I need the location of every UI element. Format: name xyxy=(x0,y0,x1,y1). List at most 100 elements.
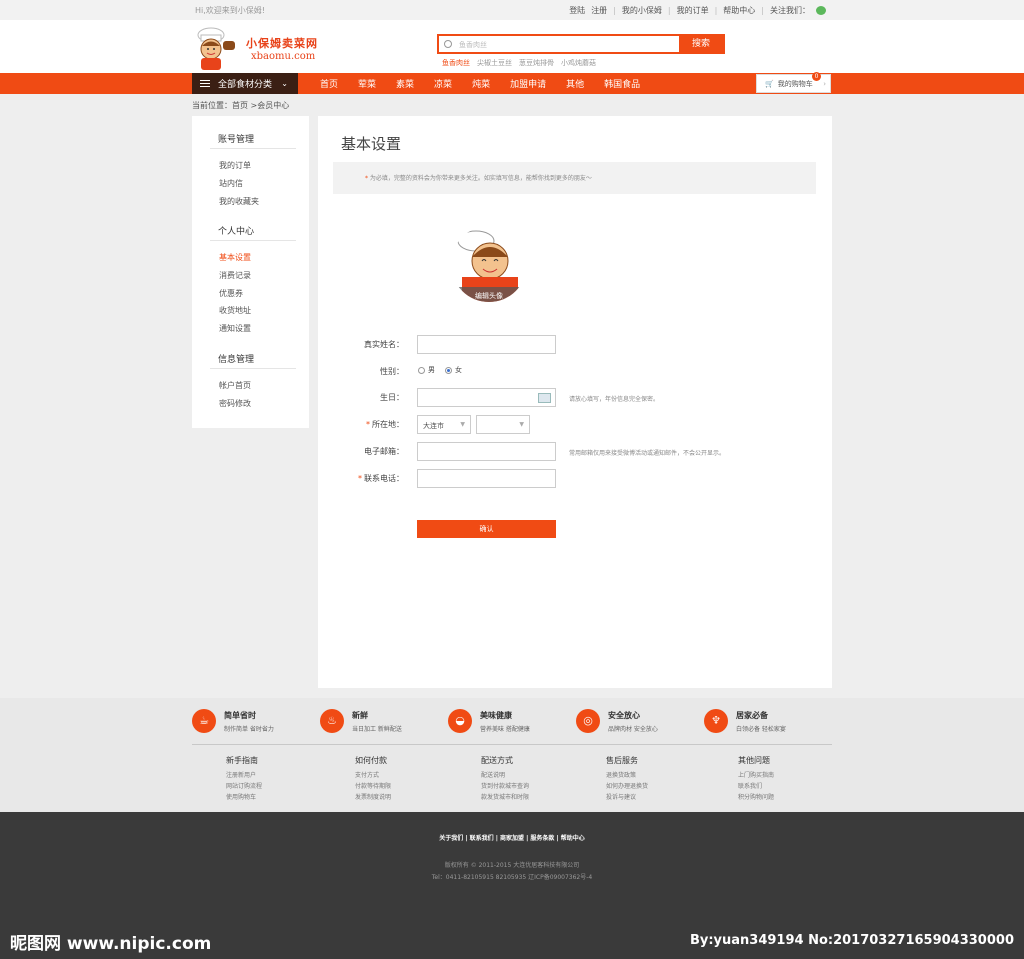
city-select[interactable]: 大连市 ▼ xyxy=(417,415,471,434)
chevron-right-icon: › xyxy=(823,79,826,88)
chef-mascot-icon xyxy=(197,27,235,70)
sidebar-item-address[interactable]: 收货地址 xyxy=(219,305,251,316)
footer-link[interactable]: 上门购买指南 xyxy=(738,770,774,781)
hot-search-item[interactable]: 鱼香肉丝 xyxy=(442,58,470,68)
footer-link[interactable]: 使用购物车 xyxy=(226,792,262,803)
footer-link[interactable]: 货到付款城市查询 xyxy=(481,781,529,792)
cart-button[interactable]: 🛒 我的购物车 0 › xyxy=(756,72,831,93)
cart-count-badge: 0 xyxy=(812,72,821,81)
footer-link[interactable]: 退换货政策 xyxy=(606,770,648,781)
sidebar-item-orders[interactable]: 我的订单 xyxy=(219,160,251,171)
hot-search-item[interactable]: 葱豆炖排骨 xyxy=(519,58,554,68)
sidebar-item-messages[interactable]: 站内信 xyxy=(219,178,243,189)
breadcrumb: 当前位置：首页 >会员中心 xyxy=(192,101,290,110)
footer-link[interactable]: 联系我们 xyxy=(738,781,774,792)
logo-title[interactable]: 小保姆卖菜网 xyxy=(246,35,318,51)
footer-link[interactable]: 积分购物问题 xyxy=(738,792,774,803)
sidebar-item-coupons[interactable]: 优惠券 xyxy=(219,288,243,299)
cart-label: 我的购物车 xyxy=(777,79,813,88)
sidebar-item-password[interactable]: 密码修改 xyxy=(219,398,251,409)
hot-searches: 鱼香肉丝 尖椒土豆丝 葱豆炖排骨 小鸡炖蘑菇 xyxy=(442,58,603,68)
footer-link[interactable]: 网站订购流程 xyxy=(226,781,262,792)
hot-search-item[interactable]: 小鸡炖蘑菇 xyxy=(561,58,596,68)
nav-item-cold[interactable]: 凉菜 xyxy=(434,77,452,90)
settings-panel: 基本设置 * 为必填，完整的资料会为你带来更多关注。如实填写信息，能帮你找到更多… xyxy=(318,116,832,688)
divider: | xyxy=(667,6,671,15)
nav-item-franchise[interactable]: 加盟申请 xyxy=(510,77,546,90)
search-input[interactable]: 鱼香肉丝 xyxy=(459,40,487,50)
dish-icon: ◒ xyxy=(448,709,472,733)
sidebar-group-title: 账号管理 xyxy=(218,135,255,145)
menu-icon xyxy=(200,80,210,87)
sidebar-item-basic-settings[interactable]: 基本设置 xyxy=(219,252,251,263)
footer-link[interactable]: 注册新用户 xyxy=(226,770,262,781)
confirm-button[interactable]: 确认 xyxy=(417,520,556,538)
avatar[interactable] xyxy=(446,219,529,302)
sidebar-item-notifications[interactable]: 通知设置 xyxy=(219,323,251,334)
sidebar: 账号管理 我的订单 站内信 我的收藏夹 个人中心 基本设置 消费记录 优惠券 收… xyxy=(192,116,309,428)
radio-icon xyxy=(418,366,425,374)
nav-item-korean[interactable]: 韩国食品 xyxy=(604,77,640,90)
sidebar-item-spending[interactable]: 消费记录 xyxy=(219,270,251,281)
footer-column: 售后服务 退换货政策 如何办理退换货 投诉与建议 xyxy=(606,755,648,803)
footer-link[interactable]: 如何办理退换货 xyxy=(606,781,648,792)
birthday-label: 生日： xyxy=(380,393,404,402)
footer-column-title: 其他问题 xyxy=(738,756,770,765)
bowl-icon: ☕ xyxy=(192,709,216,733)
search-button[interactable]: 搜索 xyxy=(679,36,723,52)
footer-column-title: 售后服务 xyxy=(606,756,638,765)
chevron-down-icon: ▼ xyxy=(519,421,524,428)
name-label: 真实姓名： xyxy=(364,340,404,349)
phone-input[interactable] xyxy=(417,469,556,488)
register-link[interactable]: 注册 xyxy=(591,5,607,16)
noodle-icon: ♨ xyxy=(320,709,344,733)
feature-item: ♆ 居家必备 白领必备 轻松家宴 xyxy=(704,709,786,733)
footer-column: 其他问题 上门购买指南 联系我们 积分购物问题 xyxy=(738,755,774,803)
nav-item-veg[interactable]: 素菜 xyxy=(396,77,414,90)
hot-search-item[interactable]: 尖椒土豆丝 xyxy=(477,58,512,68)
my-account-link[interactable]: 我的小保姆 xyxy=(622,5,662,16)
chevron-down-icon: ⌄ xyxy=(281,79,288,88)
footer-link[interactable]: 付款等待期限 xyxy=(355,781,391,792)
feature-item: ◒ 美味健康 营养美味 搭配健康 xyxy=(448,709,530,733)
footer-link[interactable]: 支付方式 xyxy=(355,770,391,781)
category-menu-button[interactable]: 全部食材分类 ⌄ xyxy=(192,73,298,94)
gender-label: 性别： xyxy=(380,367,404,376)
sidebar-item-favorites[interactable]: 我的收藏夹 xyxy=(219,196,259,207)
footer-link[interactable]: 投诉与建议 xyxy=(606,792,648,803)
page-title: 基本设置 xyxy=(341,135,402,153)
birthday-hint: 请放心填写，年份信息完全保密。 xyxy=(569,396,660,403)
gender-male-radio[interactable]: 男 xyxy=(418,365,435,375)
gender-female-radio[interactable]: 女 xyxy=(445,365,462,375)
calendar-icon[interactable] xyxy=(538,393,551,403)
login-link[interactable]: 登陆 xyxy=(569,5,585,16)
cup-icon: ♆ xyxy=(704,709,728,733)
feature-title: 美味健康 xyxy=(480,710,512,720)
radio-checked-icon xyxy=(445,366,452,374)
sidebar-group-title: 信息管理 xyxy=(218,355,255,365)
footer-column: 配送方式 配送说明 货到付款城市查询 款发货城市和时限 xyxy=(481,755,529,803)
female-label: 女 xyxy=(455,366,462,374)
edit-avatar-label[interactable]: 编辑头像 xyxy=(461,291,517,301)
name-input[interactable] xyxy=(417,335,556,354)
nav-item-stew[interactable]: 炖菜 xyxy=(472,77,490,90)
footer-link[interactable]: 发票制度说明 xyxy=(355,792,391,803)
nav-item-home[interactable]: 首页 xyxy=(320,77,338,90)
footer-link[interactable]: 配送说明 xyxy=(481,770,529,781)
watermark-left: 昵图网 www.nipic.com xyxy=(10,934,212,954)
nav-item-meat[interactable]: 荤菜 xyxy=(358,77,376,90)
footer-links[interactable]: 关于我们 | 联系我们 | 商家加盟 | 服务条款 | 帮助中心 xyxy=(0,833,1024,842)
sidebar-item-account-home[interactable]: 帐户首页 xyxy=(219,380,251,391)
footer-link[interactable]: 款发货城市和时限 xyxy=(481,792,529,803)
wechat-icon[interactable] xyxy=(816,6,826,15)
notice-box: * 为必填，完整的资料会为你带来更多关注。如实填写信息，能帮你找到更多的朋友～ xyxy=(333,162,816,194)
district-select[interactable]: ▼ xyxy=(476,415,530,434)
nav-item-other[interactable]: 其他 xyxy=(566,77,584,90)
email-input[interactable] xyxy=(417,442,556,461)
divider xyxy=(210,148,296,149)
feature-subtitle: 制作简单 省时省力 xyxy=(224,725,274,733)
birthday-input[interactable] xyxy=(417,388,556,407)
my-orders-link[interactable]: 我的订单 xyxy=(677,5,709,16)
help-center-link[interactable]: 帮助中心 xyxy=(723,5,755,16)
footer-column-title: 新手指南 xyxy=(226,756,258,765)
